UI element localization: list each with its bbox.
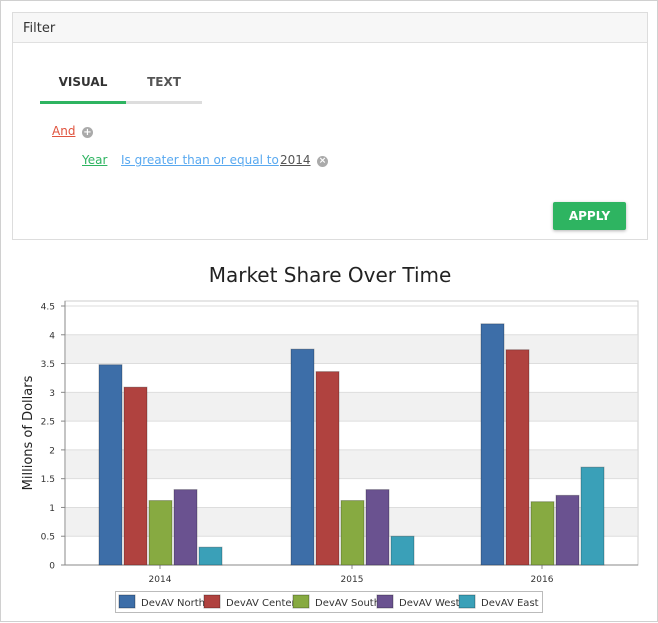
grid-band [66,392,637,422]
legend-item: DevAV South [315,598,380,609]
y-tick-label: 2.5 [41,418,55,428]
filter-panel: Filter VISUAL TEXT And + Year Is greater… [12,12,648,240]
condition-value-link[interactable]: 2014 [280,153,311,167]
legend-swatch [376,594,394,609]
y-axis-title: Millions of Dollars [21,375,36,490]
legend-swatch [292,594,310,609]
y-tick-label: 2 [49,446,55,456]
active-tab-indicator [40,101,126,104]
market-share-chart: Market Share Over Time 0 0.5 1 1.5 2 2.5 3 3.5 4 4… [21,263,639,613]
tab-visual[interactable]: VISUAL [40,75,126,89]
bar-devav-north [480,323,505,566]
y-tick-label: 1 [49,504,55,514]
grid-band [66,334,637,364]
apply-button[interactable]: APPLY [553,202,626,230]
bar-devav-center [315,371,340,566]
bar-devav-west [365,489,390,566]
bar-devav-center [505,349,530,566]
bar-devav-east [198,546,223,566]
legend-swatch [458,594,476,609]
y-tick-label: 4 [49,331,55,341]
x-tick-label: 2015 [341,575,364,585]
bar-devav-center [123,386,148,566]
y-tick-label: 1.5 [41,475,55,485]
bar-devav-south [340,500,365,566]
legend-swatch [118,594,136,609]
bar-devav-west [173,489,198,566]
bar-devav-north [98,364,123,566]
legend-item: DevAV West [399,598,460,609]
condition-field-link[interactable]: Year [82,153,107,167]
legend-item: DevAV Center [226,598,297,609]
y-tick-label: 0 [49,562,55,572]
bar-devav-west [555,494,580,566]
bar-devav-east [580,466,605,566]
grid-band [66,449,637,479]
x-tick-label: 2016 [531,575,554,585]
bar-devav-south [530,501,555,566]
chart-title: Market Share Over Time [209,263,452,287]
filter-tabs: VISUAL TEXT [40,75,202,104]
bar-devav-south [148,500,173,566]
plus-circle-icon[interactable]: + [82,127,93,138]
legend-swatch [203,594,221,609]
y-tick-label: 3.5 [41,360,55,370]
tab-text[interactable]: TEXT [126,75,202,89]
y-tick-label: 3 [49,389,55,399]
x-tick-label: 2014 [149,575,172,585]
legend-item: DevAV East [481,598,539,609]
y-tick-label: 4.5 [41,303,55,313]
bar-devav-north [290,348,315,566]
condition-operator-link[interactable]: Is greater than or equal to [121,153,279,167]
y-tick-label: 0.5 [41,533,55,543]
bar-devav-east [390,535,415,566]
filter-title: Filter [13,13,647,43]
x-circle-icon[interactable]: × [317,156,328,167]
group-operator-link[interactable]: And [52,124,75,138]
legend-item: DevAV North [141,598,205,609]
